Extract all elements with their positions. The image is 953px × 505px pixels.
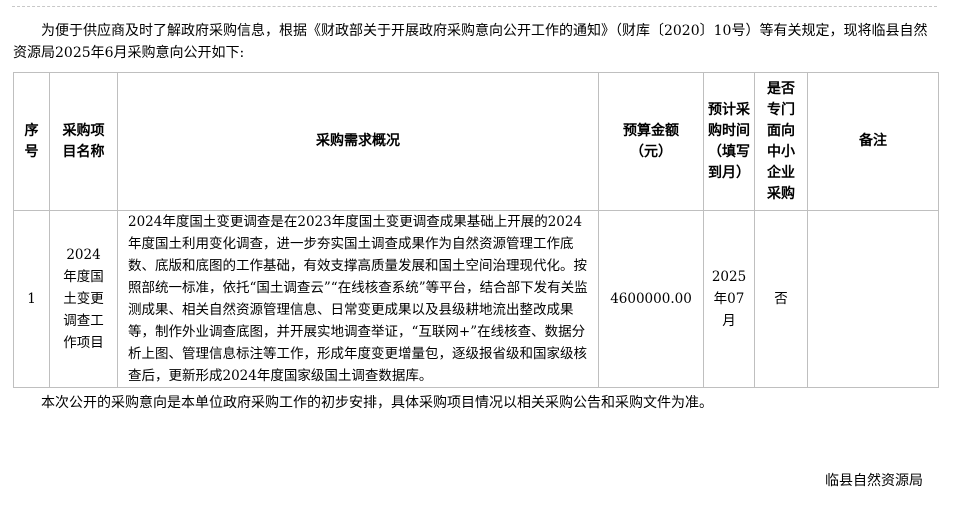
header-time: 预计采购时间（填写到月） (703, 72, 755, 211)
header-item-name: 采购项目名称 (49, 72, 118, 211)
top-divider (12, 6, 937, 7)
cell-sme: 否 (754, 210, 808, 388)
cell-remarks (807, 210, 939, 388)
cell-seq: 1 (13, 210, 50, 388)
intro-paragraph: 为便于供应商及时了解政府采购信息，根据《财政部关于开展政府采购意向公开工作的通知… (13, 23, 928, 61)
header-sme: 是否专门面向中小企业采购 (754, 72, 808, 211)
table-row: 1 2024年度国土变更调查工作项目 2024年度国土变更调查是在2023年度国… (13, 210, 939, 388)
header-requirements: 采购需求概况 (117, 72, 599, 211)
disclaimer-note: 本次公开的采购意向是本单位政府采购工作的初步安排，具体采购项目情况以相关采购公告… (41, 395, 713, 411)
header-seq: 序号 (13, 72, 50, 211)
procurement-intent-table: 序号 采购项目名称 采购需求概况 预算金额（元） 预计采购时间（填写到月） 是否… (13, 72, 939, 388)
cell-budget: 4600000.00 (598, 210, 704, 388)
header-budget: 预算金额（元） (598, 72, 704, 211)
header-remarks: 备注 (807, 72, 939, 211)
cell-time: 2025年07月 (703, 210, 755, 388)
cell-item-name: 2024年度国土变更调查工作项目 (49, 210, 118, 388)
issuer-signature: 临县自然资源局 (825, 473, 923, 489)
table-header-row: 序号 采购项目名称 采购需求概况 预算金额（元） 预计采购时间（填写到月） 是否… (13, 72, 939, 211)
cell-requirements: 2024年度国土变更调查是在2023年度国土变更调查成果基础上开展的2024年度… (117, 210, 599, 388)
